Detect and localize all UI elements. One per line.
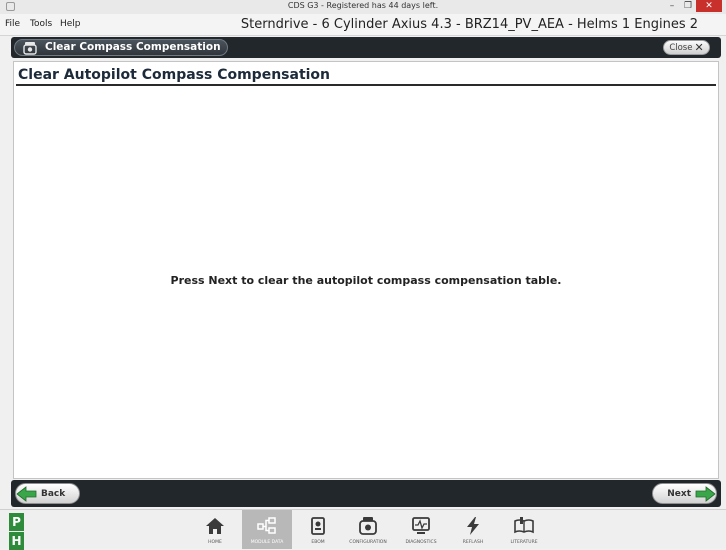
close-button[interactable]: Close ✕ xyxy=(663,40,710,55)
page-title: Clear Autopilot Compass Compensation xyxy=(18,67,331,83)
taskbar-literature-label: LITERATURE xyxy=(510,540,538,545)
compass-module-icon xyxy=(23,42,37,55)
menu-bar: File Tools Help Sterndrive - 6 Cylinder … xyxy=(0,14,726,36)
title-divider xyxy=(16,84,716,86)
taskbar-diagnostics[interactable]: DIAGNOSTICS xyxy=(396,510,446,549)
taskbar-ebom-label: EBOM xyxy=(311,540,325,545)
next-button[interactable]: Next xyxy=(652,483,717,504)
taskbar-ebom[interactable]: EBOM xyxy=(293,510,343,549)
module-data-icon xyxy=(257,517,276,534)
close-button-label: Close xyxy=(669,42,693,53)
document-title: Sterndrive - 6 Cylinder Axius 4.3 - BRZ1… xyxy=(240,17,698,32)
next-button-label: Next xyxy=(667,488,691,499)
left-arrow-icon xyxy=(16,485,37,502)
module-title: Clear Compass Compensation xyxy=(45,41,221,53)
home-icon xyxy=(206,518,224,534)
right-arrow-icon xyxy=(695,485,716,502)
taskbar-diagnostics-label: DIAGNOSTICS xyxy=(405,540,437,545)
module-title-pill: Clear Compass Compensation xyxy=(14,39,228,56)
diagnostics-icon xyxy=(412,517,430,534)
window-title-bar: CDS G3 - Registered has 44 days left. – … xyxy=(0,0,726,14)
taskbar-configuration-label: CONFIGURATION xyxy=(349,540,387,545)
window-close-button[interactable]: ✕ xyxy=(696,0,722,12)
reflash-icon xyxy=(467,517,479,535)
back-button-label: Back xyxy=(41,488,66,499)
ebom-icon xyxy=(311,517,325,535)
taskbar-module-data-label: MODULE DATA xyxy=(250,540,284,545)
window-title: CDS G3 - Registered has 44 days left. xyxy=(287,1,439,10)
minimize-button[interactable]: – xyxy=(664,0,680,12)
menu-file[interactable]: File xyxy=(5,19,20,29)
back-button[interactable]: Back xyxy=(15,483,80,504)
module-header-bar: Clear Compass Compensation Close ✕ xyxy=(11,37,721,58)
instruction-text: Press Next to clear the autopilot compas… xyxy=(170,274,562,287)
taskbar-home[interactable]: HOME xyxy=(190,510,240,549)
literature-icon xyxy=(514,517,534,534)
navigation-bar: Back Next xyxy=(11,480,721,507)
close-icon: ✕ xyxy=(694,41,704,54)
mode-badge-h[interactable]: H xyxy=(9,532,24,550)
maximize-button[interactable]: ❐ xyxy=(680,0,696,12)
bottom-taskbar: P H HOME MODULE DATA EBOM CONFIGURATION xyxy=(0,509,726,550)
taskbar-configuration[interactable]: CONFIGURATION xyxy=(343,510,393,549)
taskbar-literature[interactable]: LITERATURE xyxy=(499,510,549,549)
taskbar-reflash[interactable]: REFLASH xyxy=(448,510,498,549)
content-panel: Clear Autopilot Compass Compensation Pre… xyxy=(13,61,719,479)
window-controls: – ❐ ✕ xyxy=(664,0,722,12)
taskbar-module-data[interactable]: MODULE DATA xyxy=(242,510,292,549)
taskbar-home-label: HOME xyxy=(208,540,222,545)
menu-help[interactable]: Help xyxy=(60,19,81,29)
menu-tools[interactable]: Tools xyxy=(30,19,52,29)
mode-badge-p[interactable]: P xyxy=(9,513,24,531)
configuration-icon xyxy=(359,517,377,535)
taskbar-reflash-label: REFLASH xyxy=(462,540,484,545)
